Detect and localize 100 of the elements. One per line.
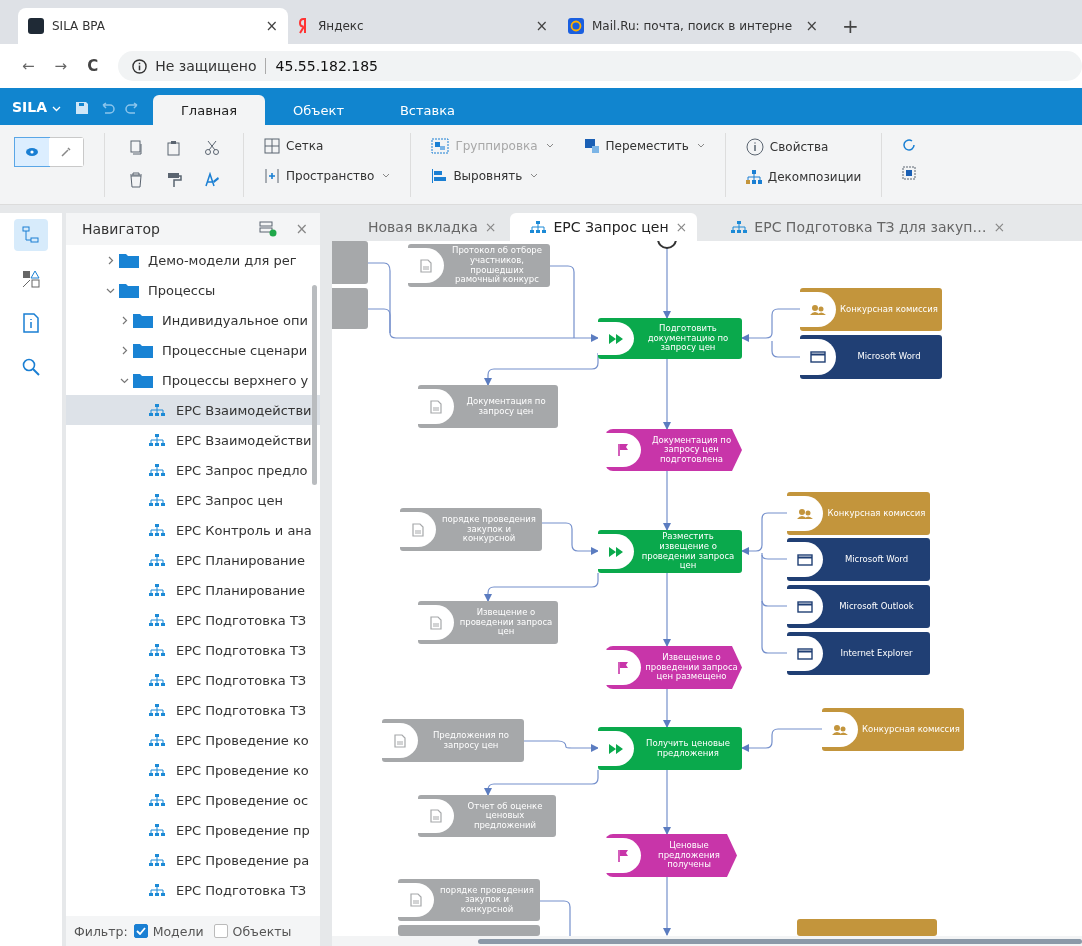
forward-button[interactable]: → (54, 57, 68, 75)
double-arrow-icon (608, 742, 624, 755)
tree-item[interactable]: EPC Запрос предло (66, 455, 320, 485)
tree-item[interactable]: EPC Проведение ра (66, 845, 320, 875)
people-icon (831, 723, 849, 736)
ribbon-tab[interactable]: Объект (265, 95, 372, 125)
event-node[interactable]: Извещение о проведении запроса цен размещено (605, 646, 742, 689)
tree-item[interactable]: EPC Планирование (66, 545, 320, 575)
checkbox[interactable] (133, 924, 148, 938)
tree-item[interactable]: EPC Подготовка ТЗ (66, 695, 320, 725)
application-node[interactable]: Microsoft Word (800, 335, 942, 379)
close-icon[interactable]: × (805, 17, 818, 35)
tree-item[interactable]: Процессы (66, 275, 320, 305)
browser-tab[interactable]: Яндекс × (288, 8, 558, 44)
save-icon[interactable] (74, 101, 89, 115)
double-arrow-icon (608, 545, 624, 558)
scrollbar[interactable] (478, 938, 1082, 944)
edit-mode-button[interactable] (49, 137, 83, 166)
tree-item[interactable]: EPC Подготовка ТЗ (66, 635, 320, 665)
browser-tab[interactable]: Mail.Ru: почта, поиск в интерне × (558, 8, 828, 44)
tree-item[interactable]: EPC Взаимодействи (66, 425, 320, 455)
document-node[interactable] (398, 925, 540, 936)
caret-icon (696, 142, 705, 149)
ribbon-button[interactable]: Декомпозиции (745, 169, 862, 184)
ribbon-tab[interactable]: Вставка (371, 95, 484, 125)
ribbon-button[interactable]: Сетка (264, 137, 391, 154)
back-button[interactable]: ← (22, 57, 35, 75)
application-node[interactable]: Microsoft Outlook (787, 585, 930, 628)
refresh-icon[interactable] (902, 137, 917, 152)
connector-arrow (741, 308, 801, 342)
layers-icon (583, 137, 600, 154)
tree-item[interactable]: Процессы верхнего у (66, 365, 320, 395)
organization-node[interactable] (797, 919, 937, 936)
at-sign-icon (568, 18, 584, 34)
tree-item[interactable]: EPC Проведение ос (66, 785, 320, 815)
document-tab[interactable]: EPC Запрос цен × (510, 213, 698, 241)
filter-label: Фильтр: (74, 923, 128, 939)
reload-button[interactable]: C (87, 57, 99, 75)
tree-item[interactable]: Демо-модели для рег (66, 245, 320, 275)
tree-item[interactable]: EPC Подготовка ТЗ (66, 605, 320, 635)
ribbon-button[interactable]: Пространство (264, 167, 391, 184)
new-tab-button[interactable]: + (842, 14, 859, 38)
folder-icon (119, 282, 139, 298)
hierarchy-icon (149, 793, 165, 807)
hierarchy-icon (149, 433, 165, 447)
caret-icon (51, 106, 61, 112)
tree-item[interactable]: EPC Подготовка ТЗ (66, 665, 320, 695)
caret-icon (530, 172, 539, 179)
tree-item[interactable]: EPC Подготовка ТЗ (66, 875, 320, 905)
event-node[interactable]: Документация по запросу цен подготовлена (605, 429, 742, 471)
add-list-icon[interactable] (259, 221, 278, 237)
application-node[interactable]: Internet Explorer (787, 632, 930, 675)
folder-icon (133, 312, 153, 328)
view-mode-button[interactable] (15, 137, 49, 166)
ribbon-button[interactable]: Выровнять (431, 167, 554, 184)
select-icon[interactable] (902, 165, 917, 180)
document-tab[interactable]: EPC Подготовка ТЗ для закуп… × (701, 213, 1016, 241)
search-icon (22, 358, 40, 376)
tree-item[interactable]: EPC Проведение ко (66, 725, 320, 755)
connector-arrow (663, 876, 671, 936)
tree-item[interactable]: EPC Проведение пр (66, 815, 320, 845)
panel-title: Навигатор (82, 221, 161, 237)
event-node[interactable]: Ценовые предложения получены (605, 834, 737, 877)
folder-icon (133, 342, 153, 358)
tree-item[interactable]: Индивидуальное опи (66, 305, 320, 335)
tree-item[interactable]: EPC Взаимодействи (66, 395, 320, 425)
application-node[interactable]: Microsoft Word (787, 538, 930, 581)
close-icon[interactable]: × (675, 219, 688, 235)
app-menu-button[interactable]: SILA (0, 99, 61, 125)
hierarchy-icon (149, 823, 165, 837)
redo-icon[interactable] (124, 102, 141, 114)
checkbox[interactable] (213, 924, 228, 938)
connector-arrow (663, 769, 671, 835)
tree-item[interactable]: Процессные сценари (66, 335, 320, 365)
tree-item[interactable]: EPC Проведение ко (66, 755, 320, 785)
hierarchy-icon (149, 523, 165, 537)
tree-item[interactable]: EPC Контроль и ана (66, 515, 320, 545)
ribbon-button[interactable]: Переместить (583, 137, 705, 154)
ribbon-button[interactable]: Свойства (745, 137, 862, 156)
ribbon-tab[interactable]: Главная (152, 95, 266, 125)
close-icon[interactable]: × (535, 17, 548, 35)
window-icon (797, 553, 813, 566)
document-icon (430, 399, 442, 414)
address-field[interactable]: Не защищено 45.55.182.185 (118, 51, 1082, 81)
tree-item[interactable]: EPC Планирование (66, 575, 320, 605)
document-tab[interactable]: Новая вкладка × (338, 213, 507, 241)
info-icon (745, 137, 764, 156)
browser-tab[interactable]: SILA BPA × (18, 8, 288, 44)
people-icon (796, 507, 814, 520)
scrollbar[interactable] (312, 285, 317, 485)
document-icon (412, 522, 424, 537)
tree-item[interactable]: EPC Запрос цен (66, 485, 320, 515)
flag-icon (617, 443, 629, 457)
checkbox-label: Объекты (232, 923, 292, 939)
close-icon[interactable]: × (265, 17, 278, 35)
shapes-icon (22, 270, 40, 288)
hierarchy-icon (149, 883, 165, 897)
security-label: Не защищено (155, 58, 257, 74)
hierarchy-icon (149, 493, 165, 507)
insert-space-icon (264, 167, 280, 184)
